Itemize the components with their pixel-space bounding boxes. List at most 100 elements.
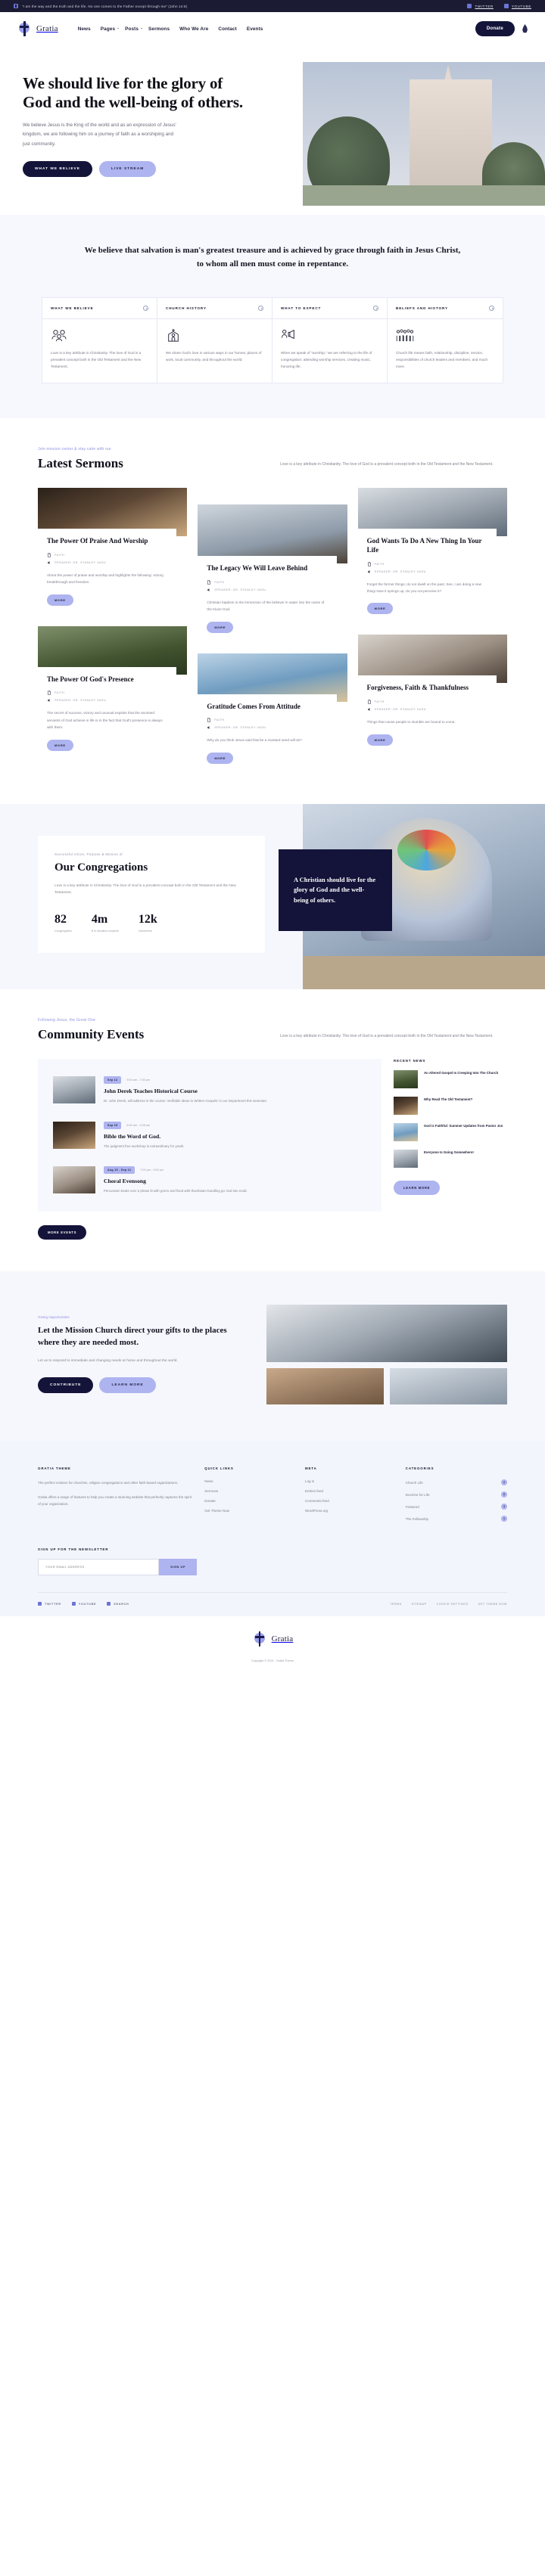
footer-get-theme-link[interactable]: GET THEME NOW xyxy=(478,1603,507,1606)
card-text: Love is a key attribute in Christianity.… xyxy=(51,350,142,369)
nav-item-pages[interactable]: Pages xyxy=(101,26,120,32)
footer-link-wordpress[interactable]: WordPress.org xyxy=(305,1509,394,1513)
footer-link-sermons[interactable]: Sermons xyxy=(204,1489,293,1493)
arrow-circle-icon[interactable] xyxy=(373,305,378,311)
twitter-link[interactable]: TWITTER xyxy=(467,4,493,8)
news-title: God is Faithful: Summer Updates from Pas… xyxy=(424,1124,503,1128)
footer-category-church-life[interactable]: Church Life 2 xyxy=(406,1479,507,1486)
footer-category-the-fellowship[interactable]: The Fellowship 1 xyxy=(406,1516,507,1522)
sermon-card[interactable]: God Wants To Do A New Thing In Your Life… xyxy=(357,487,507,625)
recent-news-item[interactable]: An Altered Gospel Is Creeping Into The C… xyxy=(394,1070,507,1089)
footer-link-news[interactable]: News xyxy=(204,1479,293,1483)
sermon-card[interactable]: The Power Of Praise And Worship FAITH SP… xyxy=(38,487,188,616)
belief-card-what-to-expect[interactable]: WHAT TO EXPECT When we speak of "worship… xyxy=(272,297,388,383)
youtube-link[interactable]: YOUTUBE xyxy=(503,4,531,8)
recent-news-item[interactable]: Why Read The Old Testament? xyxy=(394,1097,507,1116)
mission-learn-more-button[interactable]: LEARN MORE xyxy=(99,1376,156,1393)
footer-sitemap-link[interactable]: SITEMAP xyxy=(412,1603,427,1606)
nav-item-sermons[interactable]: Sermons xyxy=(148,26,170,32)
footer-about: GRATIA THEME The perfect solution for ch… xyxy=(38,1466,192,1528)
speaker-icon xyxy=(47,560,51,565)
belief-card-church-history[interactable]: CHURCH HISTORY We share God's love in va… xyxy=(157,297,272,383)
footer-category-doctrine-for-life[interactable]: Doctrine for Life 6 xyxy=(405,1491,507,1498)
brand-logo-link[interactable]: Gratia xyxy=(17,21,58,36)
hero-buttons: WHAT WE BELIEVE LIVE STREAM xyxy=(23,161,250,178)
contribute-button[interactable]: CONTRIBUTE xyxy=(38,1376,94,1393)
footer-twitter-link[interactable]: TWITTER xyxy=(38,1602,61,1606)
stat-label: $ in donation projects xyxy=(91,929,119,933)
events-section: Following Jesus, the Great One Community… xyxy=(0,989,545,1272)
nav-item-events[interactable]: Events xyxy=(247,26,263,32)
newsletter-signup-button[interactable]: SIGN UP xyxy=(159,1559,197,1576)
what-we-believe-button[interactable]: WHAT WE BELIEVE xyxy=(23,161,92,178)
arrow-circle-icon[interactable] xyxy=(258,305,263,311)
sermon-more-button[interactable]: MORE xyxy=(207,621,234,633)
nav-actions: Donate xyxy=(475,21,528,36)
sermon-card[interactable]: Gratitude Comes From Attitude FAITH SPEA… xyxy=(198,653,347,774)
footer-bottom-bar: TWITTER YOUTUBE SEARCH TERMS SITEMAP COO… xyxy=(38,1592,507,1616)
sermon-description: Christian baptism is the immersion of th… xyxy=(207,600,325,612)
sermon-speaker: SPEAKER: DR. STANLEY VASU xyxy=(374,570,426,573)
arrow-circle-icon[interactable] xyxy=(143,305,148,311)
sermon-card[interactable]: The Power Of God's Presence FAITH SPEAKE… xyxy=(38,625,188,761)
sermon-more-button[interactable]: MORE xyxy=(47,594,73,606)
sermon-speaker: SPEAKER: DR. STANLEY VASU xyxy=(54,699,107,703)
belief-card-what-we-believe[interactable]: WHAT WE BELIEVE Love is a key attribute … xyxy=(42,297,157,383)
speaker-icon xyxy=(47,698,51,703)
document-icon xyxy=(367,561,372,566)
card-title: WHAT WE BELIEVE xyxy=(51,306,94,310)
footer-brand-name: Gratia xyxy=(271,1634,294,1644)
nav-item-news[interactable]: News xyxy=(78,26,91,32)
footer-category-featured[interactable]: Featured 3 xyxy=(406,1504,507,1510)
footer-link-comments-feed[interactable]: Comments feed xyxy=(305,1499,394,1503)
recent-news-title: RECENT NEWS xyxy=(394,1059,426,1063)
sermon-more-button[interactable]: MORE xyxy=(207,752,234,764)
footer-link-get-theme[interactable]: Get Theme Now xyxy=(204,1509,293,1513)
footer-link-donate[interactable]: Donate xyxy=(204,1499,293,1503)
newsletter-email-input[interactable] xyxy=(38,1559,160,1576)
sermon-card[interactable]: The Legacy We Will Leave Behind FAITH SP… xyxy=(198,504,347,643)
footer-youtube-link[interactable]: YOUTUBE xyxy=(71,1602,96,1606)
news-title: An Altered Gospel Is Creeping Into The C… xyxy=(424,1071,499,1075)
recent-news-item[interactable]: Everyone Is Going Somewhere! xyxy=(394,1150,507,1169)
footer-link-login[interactable]: Log in xyxy=(305,1479,394,1483)
cross-icon xyxy=(17,21,32,36)
event-item[interactable]: Aug 19 - Sep 21 7:00 pm - 9:00 pm Choral… xyxy=(47,1158,372,1203)
card-header: BELIEFS AND HISTORY xyxy=(388,298,503,319)
footer-link-entries-feed[interactable]: Entries feed xyxy=(305,1489,394,1493)
nav-item-posts[interactable]: Posts xyxy=(125,26,142,32)
sermon-speaker: SPEAKER: DR. STANLEY VASU xyxy=(54,560,107,564)
more-events-button[interactable]: MORE EVENTS xyxy=(38,1225,87,1240)
congregation-icon xyxy=(396,328,494,342)
belief-cards: WHAT WE BELIEVE Love is a key attribute … xyxy=(42,296,503,383)
news-title: Everyone Is Going Somewhere! xyxy=(424,1150,474,1155)
learn-more-button[interactable]: LEARN MORE xyxy=(394,1181,441,1196)
verse-container: "I am the way and the truth and the life… xyxy=(14,4,187,8)
nav-item-who-we-are[interactable]: Who We Are xyxy=(179,26,208,32)
sermon-more-button[interactable]: MORE xyxy=(366,603,394,615)
sermon-category: FAITH xyxy=(374,562,385,566)
event-time: 9:00 am - 7:00 pm xyxy=(126,1079,151,1082)
belief-statement: We believe that salvation is man's great… xyxy=(84,246,461,269)
category-label: Doctrine for Life xyxy=(405,1492,430,1497)
event-title: Choral Evensong xyxy=(104,1178,146,1184)
event-item[interactable]: Sep 12 9:00 am - 7:00 pm John Derek Teac… xyxy=(47,1068,372,1113)
sermon-card[interactable]: Forgiveness, Faith & Thankfulness FAITH xyxy=(357,635,507,756)
event-item[interactable]: Sep 15 6:00 am - 9:45 am Bible the Word … xyxy=(47,1113,372,1158)
flame-icon[interactable] xyxy=(522,24,528,33)
footer-brand-bar: Gratia Copyright © 2024 - Gratia Theme xyxy=(0,1616,545,1680)
footer-cookie-settings-link[interactable]: COOKIE SETTINGS xyxy=(437,1603,469,1606)
donate-button[interactable]: Donate xyxy=(475,21,515,36)
sermon-category: FAITH xyxy=(214,580,225,584)
recent-news-item[interactable]: God is Faithful: Summer Updates from Pas… xyxy=(394,1123,507,1142)
sermon-more-button[interactable]: MORE xyxy=(47,739,73,751)
footer-search-link[interactable]: SEARCH xyxy=(107,1602,129,1606)
mission-gallery xyxy=(266,1305,507,1405)
footer-terms-link[interactable]: TERMS xyxy=(390,1603,402,1606)
live-stream-button[interactable]: LIVE STREAM xyxy=(98,161,157,178)
arrow-circle-icon[interactable] xyxy=(489,305,494,311)
footer-brand-link[interactable]: Gratia xyxy=(252,1631,294,1647)
belief-card-beliefs-and-history[interactable]: BELIEFS AND HISTORY Church life means fa… xyxy=(388,298,503,383)
nav-item-contact[interactable]: Contact xyxy=(218,26,237,32)
sermon-more-button[interactable]: MORE xyxy=(366,734,394,746)
